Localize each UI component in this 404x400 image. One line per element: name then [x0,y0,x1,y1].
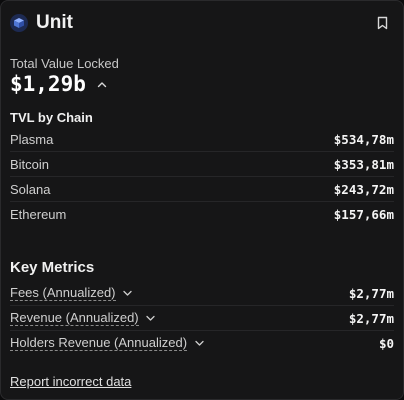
protocol-title: Unit [36,12,73,33]
metric-row: Revenue (Annualized) $2,77m [10,306,394,331]
chevron-up-icon[interactable] [96,78,108,90]
chevron-down-icon [123,288,133,298]
key-metrics-list: Fees (Annualized) $2,77m Revenue (Annual… [10,281,394,355]
chain-name: Ethereum [10,206,67,222]
chain-row: Plasma $534,78m [10,127,394,152]
chain-name: Solana [10,181,51,197]
metric-label: Holders Revenue (Annualized) [10,334,188,351]
key-metrics-title: Key Metrics [10,259,95,276]
metric-value: $2,77m [348,310,394,326]
chain-name: Plasma [10,131,54,147]
metric-toggle[interactable]: Holders Revenue (Annualized) [10,334,204,351]
metric-row: Holders Revenue (Annualized) $0 [10,331,394,355]
tvl-label: Total Value Locked [10,56,119,71]
metric-row: Fees (Annualized) $2,77m [10,281,394,306]
chain-row: Bitcoin $353,81m [10,152,394,177]
tvl-value-row: $1,29b [10,72,394,96]
chain-value: $534,78m [333,131,394,147]
metric-value: $0 [378,335,394,351]
chain-row: Ethereum $157,66m [10,202,394,226]
card-header: Unit [10,1,394,45]
bookmark-icon[interactable] [375,15,389,31]
metric-value: $2,77m [348,285,394,301]
metric-toggle[interactable]: Fees (Annualized) [10,284,133,301]
chain-value: $353,81m [333,156,394,172]
metric-label: Revenue (Annualized) [10,309,139,326]
chain-name: Bitcoin [10,156,50,172]
chain-row: Solana $243,72m [10,177,394,202]
tvl-by-chain-title: TVL by Chain [10,110,93,125]
tvl-value: $1,29b [10,72,86,96]
protocol-card: Unit Total Value Locked $1,29b TVL by Ch… [0,0,404,400]
chain-value: $157,66m [333,206,394,222]
report-incorrect-data-link[interactable]: Report incorrect data [10,374,131,389]
metric-label: Fees (Annualized) [10,284,116,301]
unit-logo-icon [10,14,28,32]
chain-value: $243,72m [333,181,394,197]
tvl-by-chain-list: Plasma $534,78m Bitcoin $353,81m Solana … [10,127,394,226]
chevron-down-icon [146,313,156,323]
metric-toggle[interactable]: Revenue (Annualized) [10,309,156,326]
chevron-down-icon [194,338,204,348]
